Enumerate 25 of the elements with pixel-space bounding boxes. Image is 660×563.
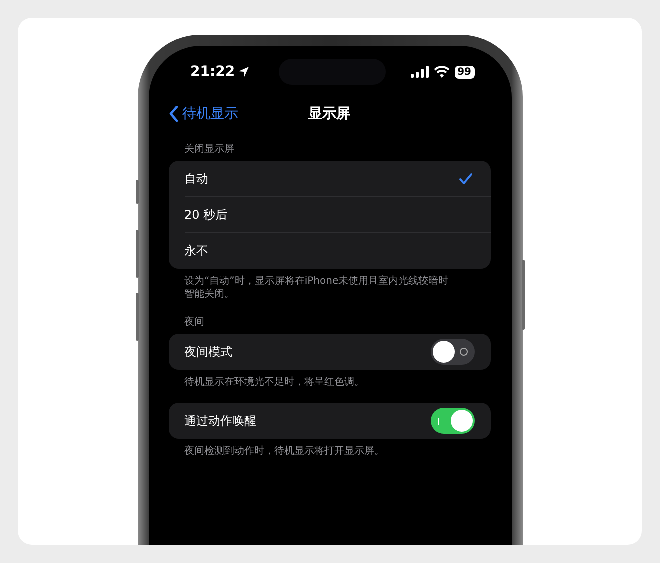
toggle-switch[interactable] bbox=[430, 339, 474, 365]
option-row[interactable]: 自动 bbox=[168, 161, 490, 197]
section-footer: 夜间检测到动作时，待机显示将打开显示屏。 bbox=[168, 439, 490, 458]
location-arrow-icon bbox=[238, 66, 250, 78]
signal-icon bbox=[410, 66, 429, 78]
toggle-row[interactable]: 通过动作唤醒 bbox=[168, 403, 490, 439]
screen-title: 显示屏 bbox=[308, 105, 350, 123]
back-chevron-icon bbox=[168, 106, 178, 122]
row-label: 永不 bbox=[184, 242, 208, 260]
status-time: 21:22 bbox=[190, 64, 236, 80]
section-footer: 待机显示在环境光不足时，将呈红色调。 bbox=[168, 370, 490, 389]
battery-level: 99 bbox=[454, 66, 474, 78]
section-header: 夜间 bbox=[184, 316, 206, 330]
row-label: 通过动作唤醒 bbox=[184, 412, 256, 430]
section-header: 关闭显示屏 bbox=[184, 142, 236, 157]
toggle-row[interactable]: 夜间模式 bbox=[168, 334, 490, 370]
row-label: 夜间模式 bbox=[184, 344, 232, 360]
toggle-switch[interactable] bbox=[430, 408, 474, 434]
row-label: 自动 bbox=[184, 170, 208, 188]
option-row[interactable]: 永不 bbox=[168, 233, 490, 269]
row-label: 20 秒后 bbox=[184, 206, 228, 224]
section-footer: 设为“自动”时，显示屏将在iPhone未使用且室内光线较暗时智能关闭。 bbox=[168, 269, 490, 301]
wifi-icon bbox=[434, 66, 450, 78]
back-button[interactable]: 待机显示 bbox=[162, 104, 244, 124]
option-row[interactable]: 20 秒后 bbox=[168, 197, 490, 233]
